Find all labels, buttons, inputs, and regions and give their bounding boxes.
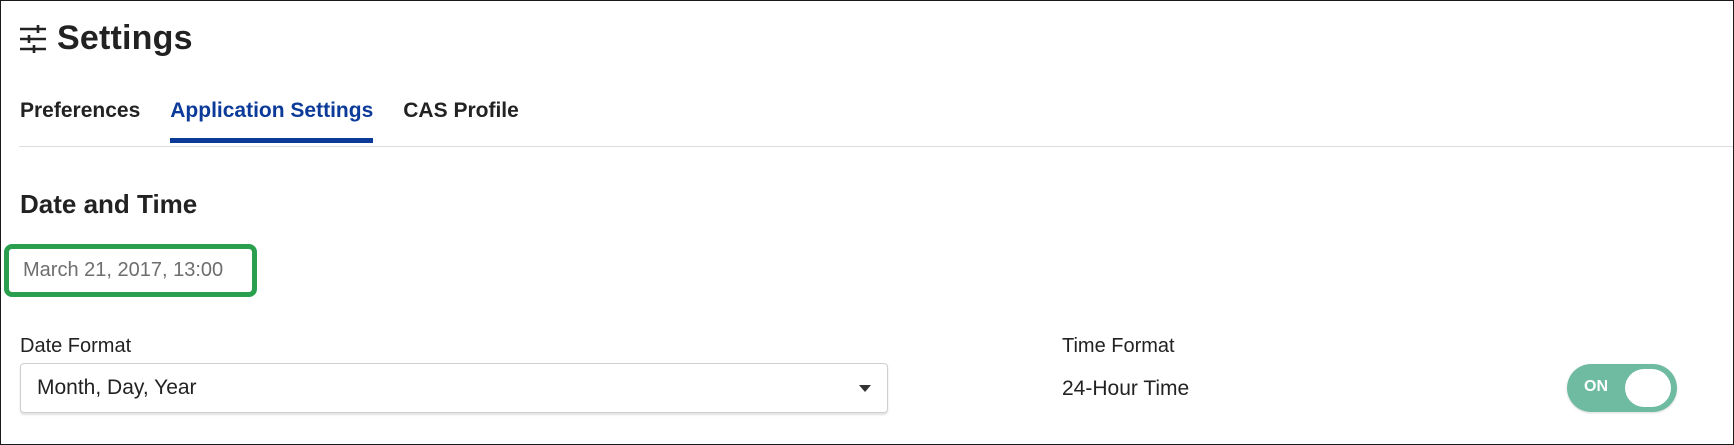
settings-tabs: Preferences Application Settings CAS Pro… xyxy=(20,99,519,143)
date-format-select[interactable]: Month, Day, Year xyxy=(20,363,888,413)
time-format-value: 24-Hour Time xyxy=(1062,377,1190,400)
tab-application-settings[interactable]: Application Settings xyxy=(170,99,374,143)
tab-preferences[interactable]: Preferences xyxy=(20,99,140,143)
chevron-down-icon xyxy=(859,384,871,392)
datetime-preview-box: March 21, 2017, 13:00 xyxy=(4,244,257,297)
toggle-state-label: ON xyxy=(1584,378,1608,395)
datetime-preview: March 21, 2017, 13:00 xyxy=(23,259,224,281)
page-header: Settings xyxy=(19,19,193,58)
date-format-value: Month, Day, Year xyxy=(37,376,197,399)
settings-panel: Settings Preferences Application Setting… xyxy=(0,0,1734,445)
date-format-label: Date Format xyxy=(20,335,132,357)
toggle-knob[interactable] xyxy=(1625,369,1671,407)
time-format-label: Time Format xyxy=(1062,335,1175,357)
section-title: Date and Time xyxy=(20,189,198,219)
time-format-toggle[interactable]: ON xyxy=(1567,364,1677,412)
sliders-icon xyxy=(19,24,47,53)
tab-cas-profile[interactable]: CAS Profile xyxy=(403,99,519,143)
tab-divider xyxy=(19,146,1733,147)
page-title: Settings xyxy=(57,19,193,57)
